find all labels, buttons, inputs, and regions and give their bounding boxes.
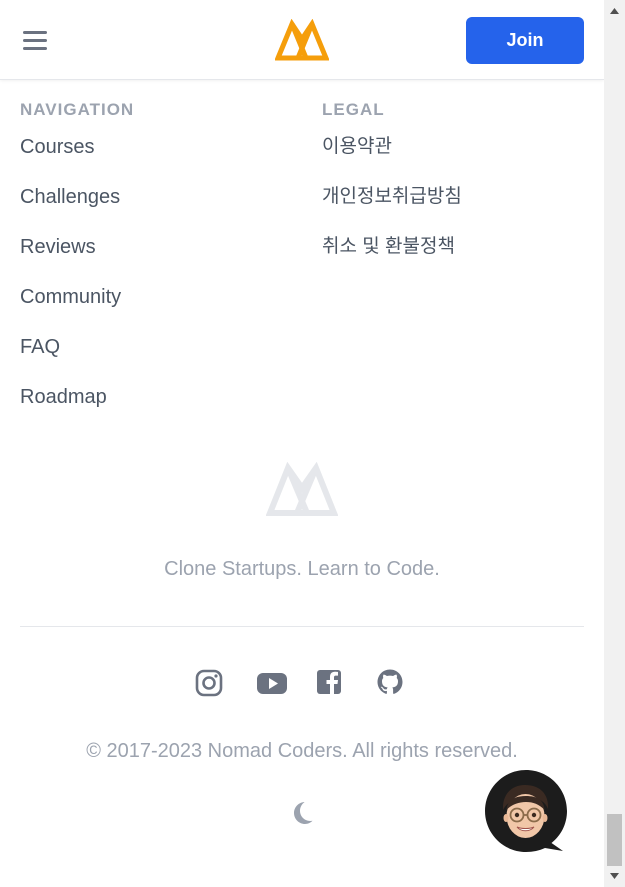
moon-icon[interactable]: [288, 798, 316, 826]
footer-navigation: NAVIGATION Courses Challenges Reviews Co…: [20, 98, 134, 432]
legal-title: LEGAL: [322, 100, 385, 119]
footer-logo-icon: [266, 462, 338, 516]
footer-legal: LEGAL 이용약관 개인정보취급방침 취소 및 환불정책: [322, 98, 462, 282]
scrollbar-thumb[interactable]: [607, 814, 622, 866]
nav-link-community[interactable]: Community: [20, 282, 121, 312]
instagram-icon[interactable]: [194, 666, 224, 698]
nav-link-roadmap[interactable]: Roadmap: [20, 382, 107, 412]
social-links: [0, 666, 604, 700]
chat-avatar[interactable]: [483, 768, 569, 854]
nav-link-reviews[interactable]: Reviews: [20, 232, 96, 262]
youtube-icon[interactable]: [255, 666, 289, 698]
legal-link-privacy[interactable]: 개인정보취급방침: [322, 182, 462, 212]
facebook-icon[interactable]: [314, 666, 344, 698]
nomad-coders-logo[interactable]: [275, 19, 329, 61]
tagline: Clone Startups. Learn to Code.: [164, 558, 440, 580]
scrollbar[interactable]: [604, 0, 625, 887]
divider: [20, 626, 584, 627]
header: Join: [0, 0, 604, 80]
scroll-down-arrow-icon[interactable]: [604, 865, 625, 887]
legal-link-terms[interactable]: 이용약관: [322, 132, 392, 162]
nav-link-challenges[interactable]: Challenges: [20, 182, 120, 212]
navigation-title: NAVIGATION: [20, 100, 135, 119]
github-icon[interactable]: [375, 666, 405, 698]
copyright: © 2017-2023 Nomad Coders. All rights res…: [86, 740, 518, 762]
nav-link-faq[interactable]: FAQ: [20, 332, 60, 362]
legal-link-refund[interactable]: 취소 및 환불정책: [322, 232, 455, 262]
scroll-up-arrow-icon[interactable]: [604, 0, 625, 22]
join-button[interactable]: Join: [466, 17, 584, 64]
hamburger-menu-icon[interactable]: [20, 28, 50, 53]
page: Join NAVIGATION Courses Challenges Revie…: [0, 0, 604, 887]
nav-link-courses[interactable]: Courses: [20, 132, 94, 162]
